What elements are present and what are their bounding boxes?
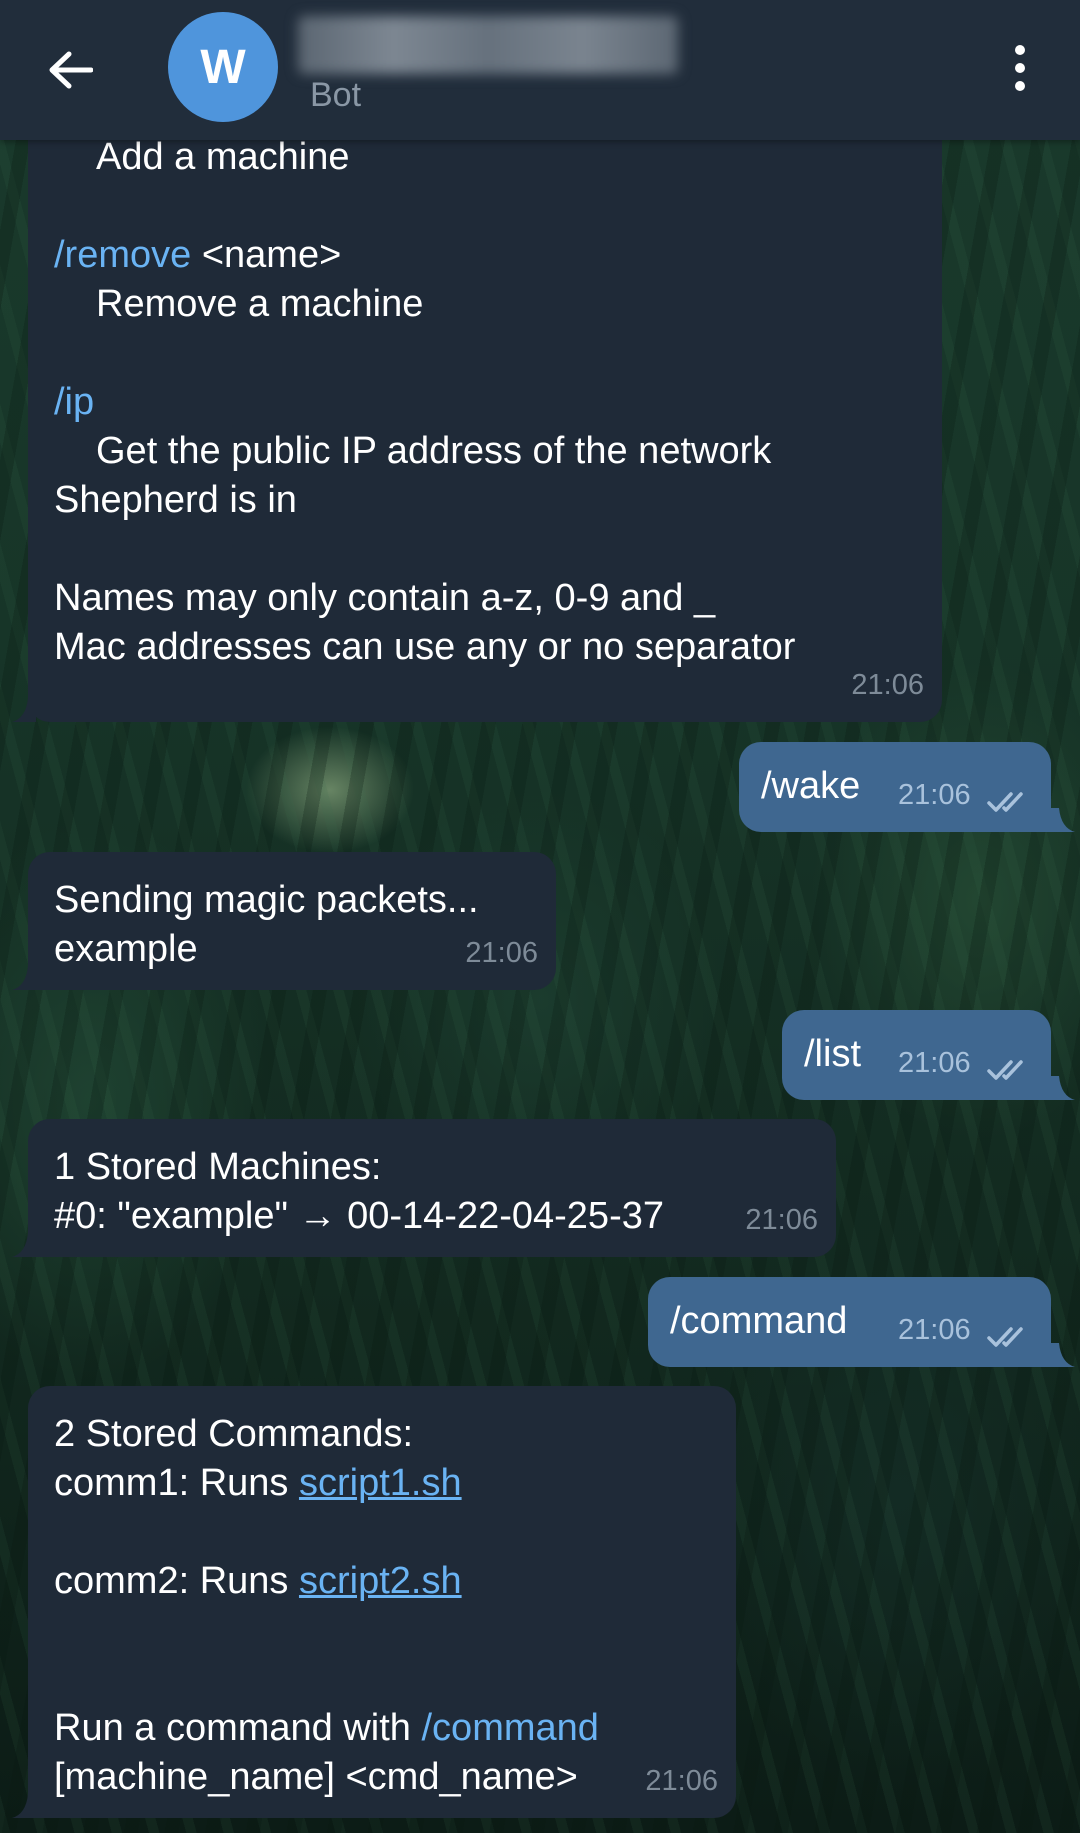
help-text-line: Names may only contain a-z, 0-9 and _ [54,577,716,619]
script2-link[interactable]: script2.sh [299,1560,462,1602]
chat-subtitle: Bot [310,76,362,114]
message-machines[interactable]: 1 Stored Machines: #0: "example" → 00-14… [28,1119,836,1257]
double-check-icon [987,792,1023,812]
comm1-prefix: comm1: Runs [54,1462,299,1504]
back-button[interactable] [40,40,100,100]
ip-command-link[interactable]: /ip [54,381,94,423]
double-check-icon [987,1060,1023,1080]
bubble-tail [1051,1343,1075,1367]
back-arrow-icon [49,51,93,89]
message-list[interactable]: /list 21:06 [782,1010,1051,1100]
more-options-button[interactable] [1000,38,1040,98]
menu-dot-icon [1015,63,1025,73]
bubble-tail [12,698,36,722]
help-text-line: Mac addresses can use any or no separato… [54,626,796,668]
message-text: #0: "example" → 00-14-22-04-25-37 [54,1195,664,1237]
double-check-icon [987,1327,1023,1347]
message-time: 21:06 [465,937,538,969]
command-link[interactable]: /command [422,1707,599,1749]
help-text-line: Remove a machine [96,283,424,325]
message-time: 21:06 [851,669,924,701]
remove-command-link[interactable]: /remove [54,234,191,276]
chat-header: W Bot [0,0,1080,140]
message-text: 1 Stored Machines: [54,1146,382,1188]
chat-title-redacted[interactable] [298,16,678,74]
menu-dot-icon [1015,45,1025,55]
message-wake[interactable]: /wake 21:06 [739,742,1051,832]
help-text-line: Shepherd is in [54,479,297,521]
message-time: 21:06 [898,1047,971,1079]
message-help[interactable]: Add a machine /remove <name> Remove a ma… [28,100,942,722]
message-text: Run a command with /command [54,1704,736,1753]
help-text-line: Get the public IP address of the network [96,430,772,472]
message-sending[interactable]: Sending magic packets... example 21:06 [28,852,556,990]
bubble-tail [1051,808,1075,832]
message-time: 21:06 [898,779,971,811]
message-text: 2 Stored Commands: [54,1413,414,1455]
avatar[interactable]: W [168,12,278,122]
help-ip-line: /ip [54,378,942,427]
message-commands[interactable]: 2 Stored Commands: comm1: Runs script1.s… [28,1386,736,1818]
menu-dot-icon [1015,81,1025,91]
message-time: 21:06 [645,1765,718,1797]
message-time: 21:06 [745,1204,818,1236]
bubble-tail [12,1233,36,1257]
script1-link[interactable]: script1.sh [299,1462,462,1504]
message-text: [machine_name] <cmd_name> [54,1756,578,1798]
bubble-tail [12,966,36,990]
help-text-line: Add a machine [96,136,350,178]
message-time: 21:06 [898,1314,971,1346]
bubble-tail [1051,1076,1075,1100]
comm2-prefix: comm2: Runs [54,1560,299,1602]
message-text: comm2: Runs script2.sh [54,1557,736,1606]
remove-argument: <name> [191,234,342,276]
message-text: Sending magic packets... [54,879,479,921]
run-prefix: Run a command with [54,1707,422,1749]
message-text: comm1: Runs script1.sh [54,1459,736,1508]
bubble-tail [12,1794,36,1818]
message-command[interactable]: /command 21:06 [648,1277,1051,1367]
help-remove-line: /remove <name> [54,231,942,280]
